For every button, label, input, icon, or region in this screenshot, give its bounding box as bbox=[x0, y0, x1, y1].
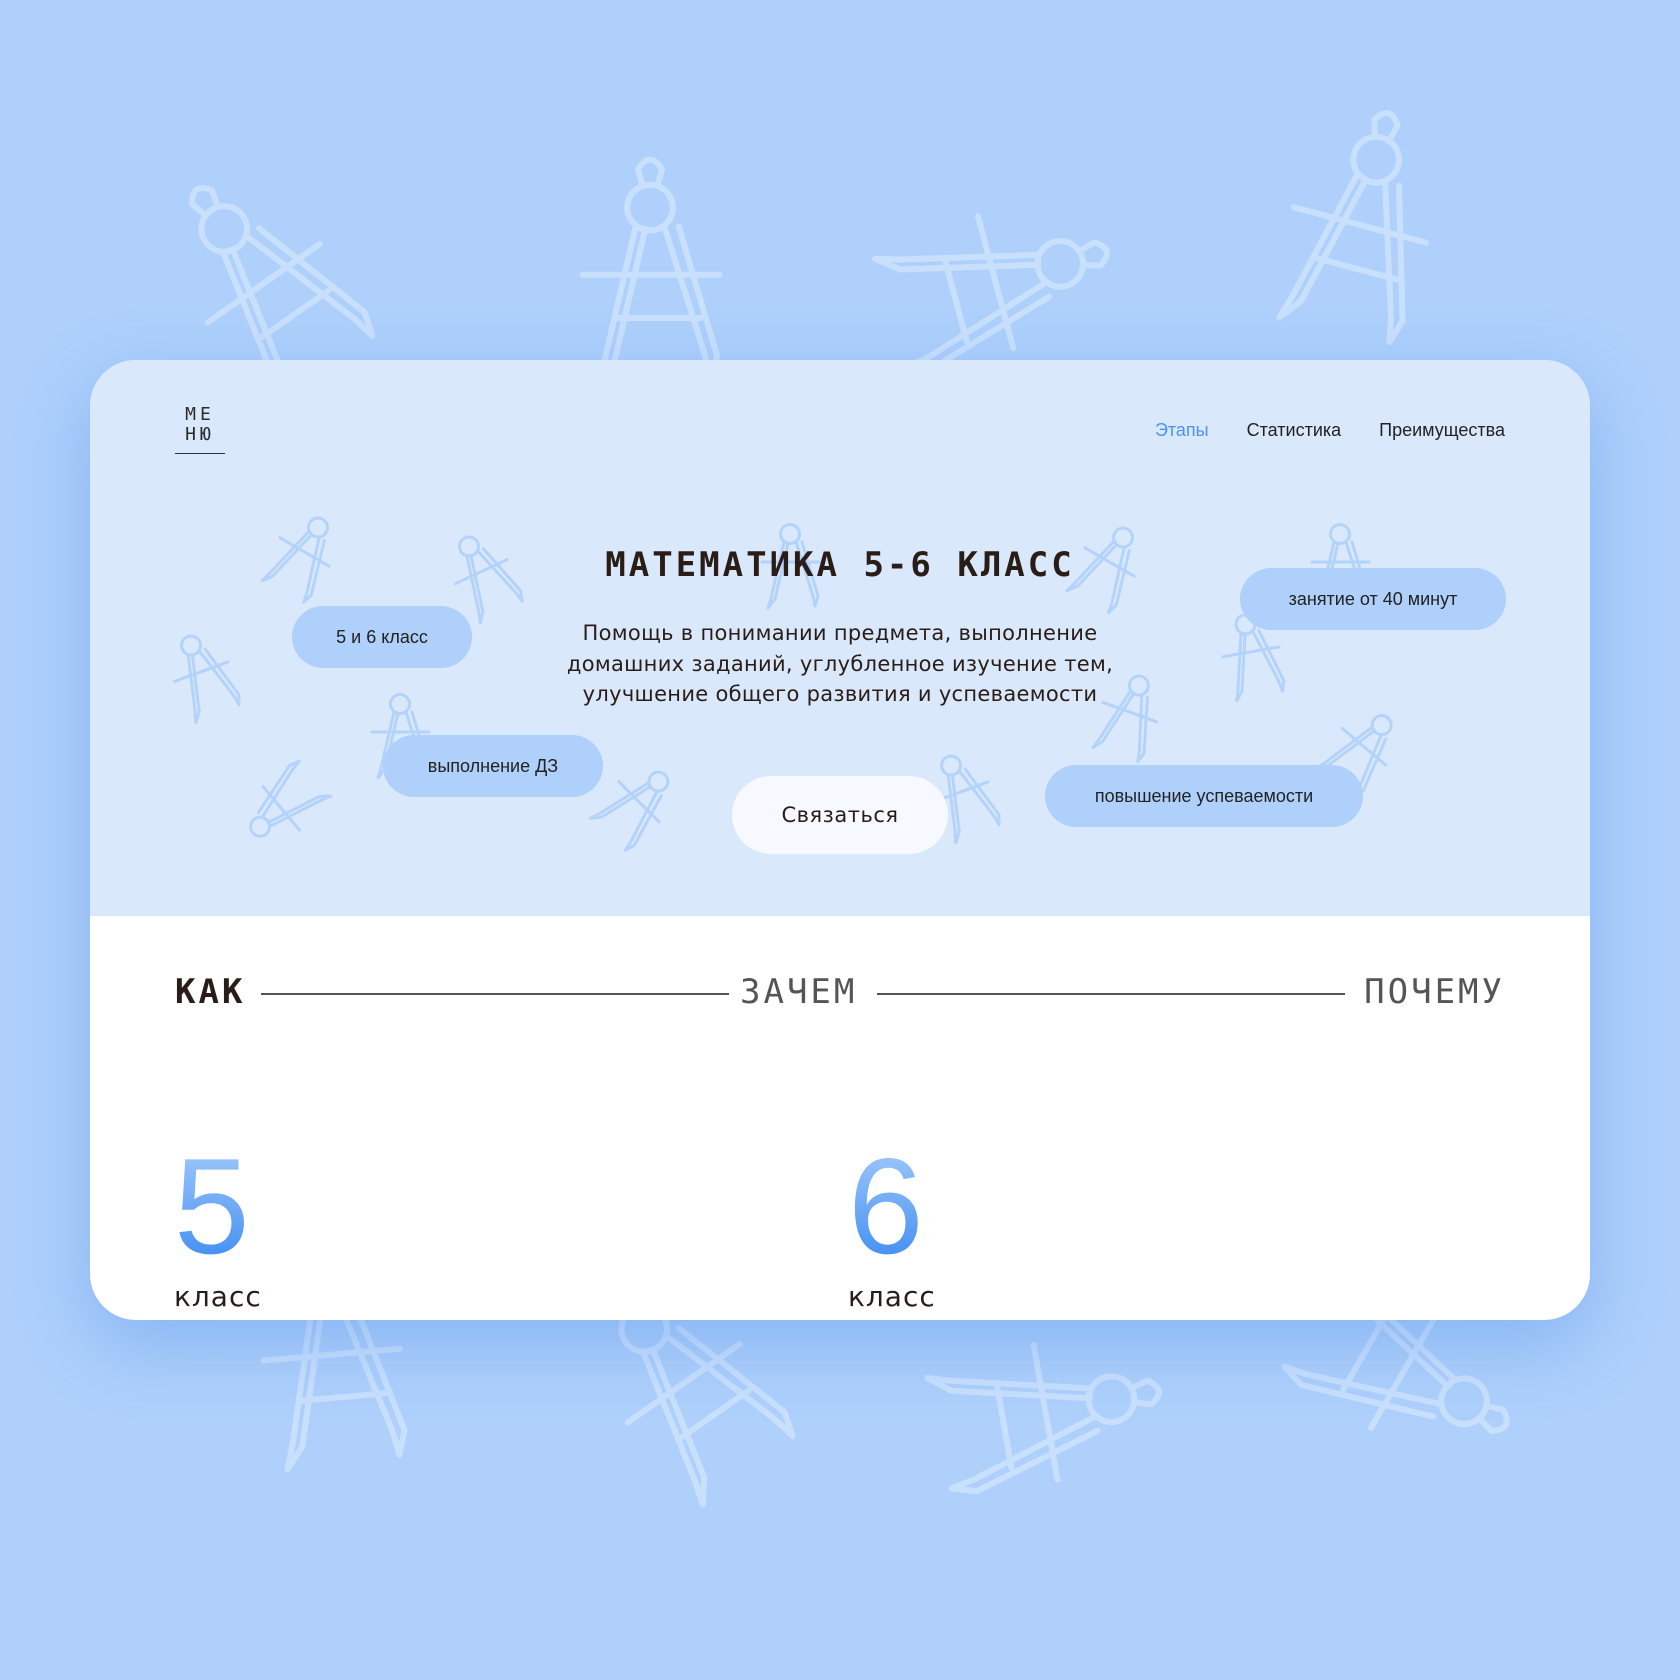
compass-icon bbox=[871, 187, 1124, 378]
compass-icon bbox=[232, 755, 337, 856]
compass-icon bbox=[925, 1325, 1171, 1499]
nav-item-statistics[interactable]: Статистика bbox=[1247, 420, 1342, 441]
compass-icon bbox=[160, 625, 246, 727]
menu-label-line1: МЕ bbox=[185, 404, 215, 425]
tag-lesson-duration: занятие от 40 минут bbox=[1240, 568, 1506, 630]
divider-line bbox=[261, 993, 729, 995]
tag-homework: выполнение ДЗ bbox=[383, 735, 603, 797]
tag-grades: 5 и 6 класс bbox=[292, 606, 472, 668]
tag-performance: повышение успеваемости bbox=[1045, 765, 1363, 827]
compass-icon bbox=[1265, 96, 1456, 349]
grade-5-number: 5 bbox=[174, 1130, 250, 1282]
stage-how[interactable]: КАК bbox=[175, 972, 245, 1012]
stages-bar: КАК ЗАЧЕМ ПОЧЕМУ bbox=[175, 972, 1505, 1012]
nav-item-advantages[interactable]: Преимущества bbox=[1379, 420, 1505, 441]
grade-5-label: класс bbox=[174, 1280, 262, 1313]
divider-line bbox=[877, 993, 1345, 995]
grade-6-label: класс bbox=[848, 1280, 936, 1313]
top-nav: Этапы Статистика Преимущества bbox=[1155, 420, 1505, 441]
nav-item-stages[interactable]: Этапы bbox=[1155, 420, 1209, 441]
stage-reason[interactable]: ПОЧЕМУ bbox=[1364, 972, 1505, 1012]
menu-label-line2: НЮ bbox=[185, 424, 215, 445]
hero-section: МЕ НЮ Этапы Статистика Преимущества МАТЕ… bbox=[90, 360, 1590, 916]
hero-description: Помощь в понимании предмета, выполнение … bbox=[566, 621, 1114, 706]
stage-why[interactable]: ЗАЧЕМ bbox=[740, 972, 857, 1012]
grade-6-number: 6 bbox=[848, 1130, 924, 1282]
contact-button[interactable]: Связаться bbox=[732, 776, 948, 854]
compass-icon bbox=[583, 160, 720, 386]
page-card: МЕ НЮ Этапы Статистика Преимущества МАТЕ… bbox=[90, 360, 1590, 1320]
menu-button[interactable]: МЕ НЮ bbox=[175, 405, 225, 454]
